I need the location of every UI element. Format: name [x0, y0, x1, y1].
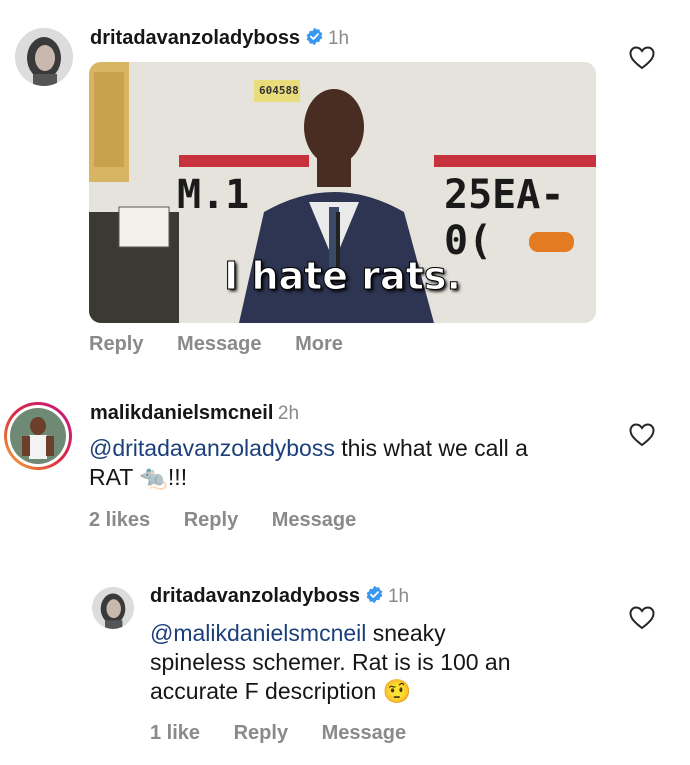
reply-button[interactable]: Reply	[184, 509, 238, 531]
message-button[interactable]: Message	[322, 722, 407, 744]
reply-button[interactable]: Reply	[234, 722, 288, 744]
avatar-dritadavanzoladyboss[interactable]	[15, 28, 73, 86]
gif-attachment[interactable]: M.1 25EA-0( 604588 I hate rats.	[89, 62, 596, 323]
avatar-image	[15, 28, 73, 86]
avatar-dritadavanzoladyboss[interactable]	[92, 587, 134, 629]
gif-plate-text: 604588	[259, 84, 299, 97]
comment-text-line1: this what we call a	[334, 435, 528, 461]
comment-text-suffix: !!!	[167, 464, 188, 490]
comment-text: @malikdanielsmcneil sneaky spineless sch…	[150, 619, 650, 706]
timestamp: 2h	[277, 403, 300, 424]
mention-link[interactable]: @malikdanielsmcneil	[150, 620, 366, 646]
rat-emoji: 🐀	[139, 464, 168, 490]
comment-text: @dritadavanzoladyboss this what we call …	[89, 434, 629, 492]
heart-icon[interactable]	[629, 423, 655, 447]
comment-actions: 1 like Reply Message	[150, 722, 434, 745]
comment-text-line2: RAT	[89, 464, 133, 490]
username[interactable]: dritadavanzoladyboss	[150, 585, 360, 607]
comment-header: dritadavanzoladyboss 1h	[90, 27, 349, 50]
heart-icon[interactable]	[629, 46, 655, 70]
gif-text-right: 25EA-0(	[444, 172, 565, 264]
gif-text-left: M.1	[177, 172, 250, 218]
verified-badge-icon	[306, 27, 322, 46]
comment-actions: 2 likes Reply Message	[89, 509, 384, 532]
message-button[interactable]: Message	[272, 509, 357, 531]
username[interactable]: malikdanielsmcneil	[90, 402, 273, 424]
mention-link[interactable]: @dritadavanzoladyboss	[89, 435, 335, 461]
avatar-image	[10, 408, 66, 464]
raised-eyebrow-emoji: 🤨	[382, 678, 412, 704]
more-button[interactable]: More	[295, 333, 343, 355]
timestamp: 1h	[387, 586, 410, 607]
comment-text-line2: spineless schemer. Rat is is 100 an	[150, 649, 511, 675]
comment-text-line1: sneaky	[366, 620, 446, 646]
gif-caption: I hate rats.	[224, 254, 462, 299]
message-button[interactable]: Message	[177, 333, 262, 355]
avatar-malikdanielsmcneil[interactable]	[4, 402, 72, 470]
timestamp: 1h	[327, 28, 350, 49]
verified-badge-icon	[366, 585, 382, 604]
comment-actions: Reply Message More	[89, 333, 371, 356]
avatar-image	[92, 587, 134, 629]
comment-header: malikdanielsmcneil 2h	[90, 402, 299, 425]
comment-text-line3: accurate F description	[150, 678, 377, 704]
avatar-inner	[7, 405, 69, 467]
likes-count[interactable]: 2 likes	[89, 509, 150, 531]
comment-header: dritadavanzoladyboss 1h	[150, 585, 409, 608]
reply-button[interactable]: Reply	[89, 333, 143, 355]
username[interactable]: dritadavanzoladyboss	[90, 27, 300, 49]
likes-count[interactable]: 1 like	[150, 722, 200, 744]
